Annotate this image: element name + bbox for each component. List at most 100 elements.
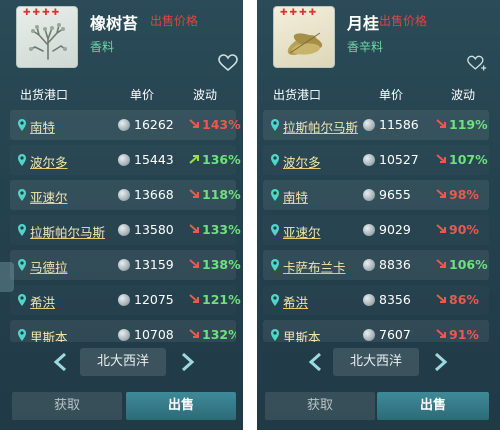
favorite-heart-icon[interactable] xyxy=(218,54,238,72)
trend-down-arrow-icon xyxy=(189,294,199,303)
unit-price: 10527 xyxy=(379,152,419,167)
port-name[interactable]: 拉斯帕尔马斯 xyxy=(283,117,358,136)
coin-icon xyxy=(118,259,130,271)
port-name[interactable]: 亚速尔 xyxy=(283,222,321,241)
coin-icon xyxy=(363,329,375,341)
chevron-left-icon[interactable] xyxy=(52,352,70,372)
mode-tabs: 获取 出售 xyxy=(0,392,243,420)
table-row[interactable]: 亚速尔 9029 90% xyxy=(263,215,489,245)
table-row[interactable]: 波尔多 10527 107% xyxy=(263,145,489,175)
trend-down-arrow-icon xyxy=(189,119,199,128)
tab-get[interactable]: 获取 xyxy=(265,392,375,420)
column-port: 出货港口 xyxy=(20,88,69,102)
coin-icon xyxy=(363,224,375,236)
port-name[interactable]: 卡萨布兰卡 xyxy=(283,257,346,276)
column-price: 单价 xyxy=(130,88,155,102)
trend-down-arrow-icon xyxy=(436,259,446,268)
trend-value: 138% xyxy=(202,257,241,272)
location-pin-icon xyxy=(18,294,26,306)
chevron-right-icon[interactable] xyxy=(431,352,449,372)
trend-down-arrow-icon xyxy=(436,329,446,338)
port-name[interactable]: 希洪 xyxy=(30,292,55,311)
chevron-left-icon[interactable] xyxy=(307,352,325,372)
unit-price: 8356 xyxy=(379,292,411,307)
unit-price: 8836 xyxy=(379,257,411,272)
trend-value: 107% xyxy=(449,152,488,167)
table-row[interactable]: 南特 16262 143% xyxy=(10,110,241,140)
table-row[interactable]: 里斯本 10708 132% xyxy=(10,320,236,342)
coin-icon xyxy=(363,294,375,306)
column-trend: 波动 xyxy=(193,88,218,102)
trend-down-arrow-icon xyxy=(189,329,199,338)
port-name[interactable]: 波尔多 xyxy=(283,152,321,171)
region-name[interactable]: 北大西洋 xyxy=(80,348,166,376)
port-name[interactable]: 南特 xyxy=(283,187,308,206)
coin-icon xyxy=(118,154,130,166)
port-name[interactable]: 拉斯帕尔马斯 xyxy=(30,222,105,241)
table-row[interactable]: 波尔多 15443 136% xyxy=(10,145,241,175)
location-pin-icon xyxy=(18,119,26,131)
trade-panel-oakmoss: ✚✚✚✚ 橡树苔 出售价格 香料 出货港口 单价 波动 南特 16262 143… xyxy=(0,0,243,430)
port-name[interactable]: 里斯本 xyxy=(283,327,321,342)
port-name[interactable]: 里斯本 xyxy=(30,327,68,342)
table-row[interactable]: 希洪 12075 121% xyxy=(10,285,241,315)
table-row[interactable]: 拉斯帕尔马斯 11586 119% xyxy=(263,110,489,140)
location-pin-icon xyxy=(18,259,26,271)
bay-leaf-icon xyxy=(287,32,323,56)
port-name[interactable]: 亚速尔 xyxy=(30,187,68,206)
oakmoss-icon xyxy=(29,23,67,60)
location-pin-icon xyxy=(18,154,26,166)
side-tab-handle[interactable] xyxy=(0,262,14,292)
unit-price: 13668 xyxy=(134,187,174,202)
trend-down-arrow-icon xyxy=(436,294,446,303)
unit-price: 10708 xyxy=(134,327,174,342)
column-trend: 波动 xyxy=(451,88,476,102)
column-headers: 出货港口 单价 波动 xyxy=(0,86,243,102)
trend-down-arrow-icon xyxy=(436,154,446,163)
trend-down-arrow-icon xyxy=(436,224,446,233)
tab-sell[interactable]: 出售 xyxy=(377,392,489,420)
trend-value: 121% xyxy=(202,292,241,307)
favorite-heart-add-icon[interactable] xyxy=(467,54,487,72)
table-row[interactable]: 希洪 8356 86% xyxy=(263,285,489,315)
item-thumbnail[interactable]: ✚✚✚✚ xyxy=(16,6,78,68)
item-thumbnail[interactable]: ✚✚✚✚ xyxy=(273,6,335,68)
table-row[interactable]: 里斯本 7607 91% xyxy=(263,320,489,342)
region-selector: 北大西洋 xyxy=(0,348,243,376)
column-port: 出货港口 xyxy=(273,88,322,102)
location-pin-icon xyxy=(271,119,279,131)
coin-icon xyxy=(118,224,130,236)
trend-down-arrow-icon xyxy=(189,224,199,233)
coin-icon xyxy=(363,119,375,131)
trend-value: 106% xyxy=(449,257,488,272)
port-name[interactable]: 马德拉 xyxy=(30,257,68,276)
table-row[interactable]: 马德拉 13159 138% xyxy=(10,250,241,280)
trend-down-arrow-icon xyxy=(436,119,446,128)
trend-value: 133% xyxy=(202,222,241,237)
rarity-marks: ✚✚✚✚ xyxy=(280,8,319,18)
unit-price: 9655 xyxy=(379,187,411,202)
location-pin-icon xyxy=(18,329,26,341)
table-row[interactable]: 亚速尔 13668 118% xyxy=(10,180,241,210)
trend-value: 136% xyxy=(202,152,241,167)
port-name[interactable]: 希洪 xyxy=(283,292,308,311)
region-name[interactable]: 北大西洋 xyxy=(333,348,419,376)
tab-sell[interactable]: 出售 xyxy=(126,392,236,420)
location-pin-icon xyxy=(18,224,26,236)
item-name: 橡树苔 xyxy=(90,14,139,33)
tab-get[interactable]: 获取 xyxy=(12,392,122,420)
unit-price: 9029 xyxy=(379,222,411,237)
column-headers: 出货港口 单价 波动 xyxy=(257,86,500,102)
item-category: 香辛料 xyxy=(347,40,384,54)
port-name[interactable]: 波尔多 xyxy=(30,152,68,171)
chevron-right-icon[interactable] xyxy=(178,352,196,372)
trend-value: 90% xyxy=(449,222,479,237)
unit-price: 15443 xyxy=(134,152,174,167)
port-name[interactable]: 南特 xyxy=(30,117,55,136)
table-row[interactable]: 南特 9655 98% xyxy=(263,180,489,210)
coin-icon xyxy=(118,189,130,201)
table-row[interactable]: 拉斯帕尔马斯 13580 133% xyxy=(10,215,241,245)
table-row[interactable]: 卡萨布兰卡 8836 106% xyxy=(263,250,489,280)
trend-value: 86% xyxy=(449,292,479,307)
trend-down-arrow-icon xyxy=(189,189,199,198)
